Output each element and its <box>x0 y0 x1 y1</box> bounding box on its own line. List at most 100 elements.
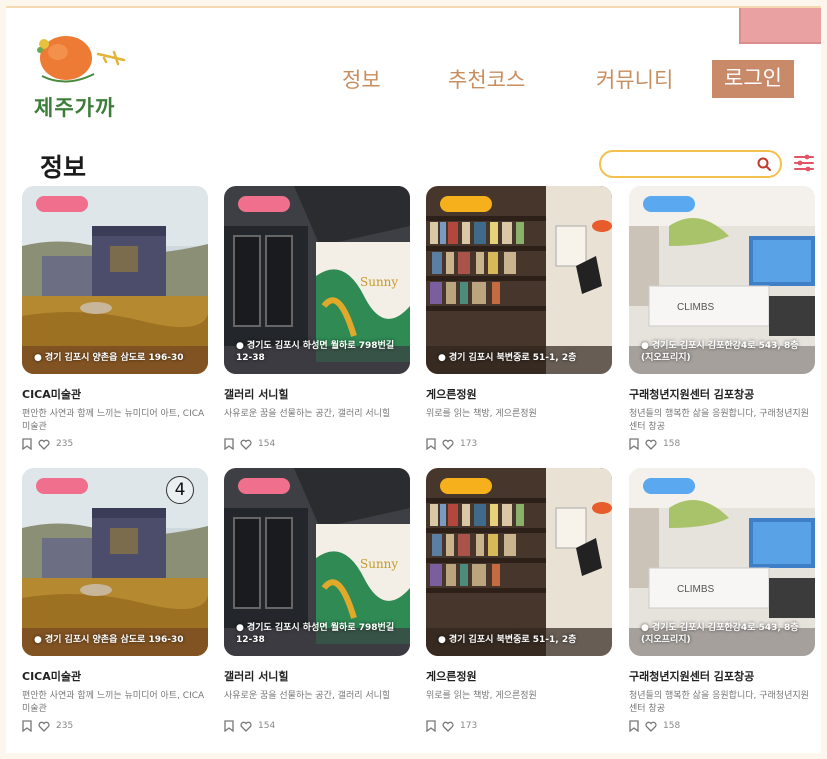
card-title[interactable]: 구래청년지원센터 김포창공 <box>629 668 815 684</box>
card-location: ● 경기 김포시 양촌읍 삼도로 196-30 <box>34 634 200 646</box>
heart-icon[interactable] <box>38 439 50 450</box>
card-title[interactable]: CICA미술관 <box>22 386 208 402</box>
nav-item-info[interactable]: 정보 <box>342 64 381 94</box>
card-description: 청년들의 행복한 삶을 응원합니다, 구래청년지원센터 창공 <box>629 409 809 432</box>
card-meta: 173 <box>426 720 612 732</box>
card-image[interactable]: ● 경기 김포시 북변중로 51-1, 2층 <box>426 468 612 656</box>
place-card[interactable]: 4 ● 경기 김포시 양촌읍 삼도로 196-30 CICA미술관 편안한 사연과… <box>22 468 208 732</box>
like-count: 235 <box>56 721 74 731</box>
location-pin-icon: ● <box>34 635 42 645</box>
place-card[interactable]: ● 경기 김포시 양촌읍 삼도로 196-30 CICA미술관 편안한 사연과 함… <box>22 186 208 450</box>
search-icon[interactable] <box>756 156 772 172</box>
page-title: 정보 <box>40 153 87 182</box>
svg-text:CLIMBS: CLIMBS <box>677 302 715 313</box>
search-box <box>599 150 782 178</box>
bookmark-icon[interactable] <box>629 438 639 450</box>
heart-icon[interactable] <box>240 721 252 732</box>
bookstore-photo <box>426 186 612 374</box>
place-card[interactable]: Sunny ● 경기도 김포시 하성면 월하로 798번길 12-38 갤러리 서… <box>224 186 410 450</box>
card-meta: 154 <box>224 720 410 732</box>
like-count: 158 <box>663 721 681 731</box>
search-input[interactable] <box>611 152 761 176</box>
bookmark-icon[interactable] <box>22 438 32 450</box>
card-image[interactable]: ● 경기 김포시 북변중로 51-1, 2층 <box>426 186 612 374</box>
card-location: ● 경기 김포시 북변중로 51-1, 2층 <box>438 634 604 646</box>
category-tag <box>643 196 695 212</box>
bookmark-icon[interactable] <box>426 438 436 450</box>
top-accent-tab <box>739 8 821 44</box>
location-text: 경기도 김포시 김포한강4로 543, 8층 (지오프리지) <box>641 341 799 363</box>
card-description: 편안한 사연과 함께 느끼는 뉴미디어 아트, CICA미술관 <box>22 691 205 714</box>
location-text: 경기 김포시 양촌읍 삼도로 196-30 <box>44 353 184 363</box>
heart-icon[interactable] <box>240 439 252 450</box>
location-text: 경기도 김포시 하성면 월하로 798번길 12-38 <box>236 341 395 363</box>
card-title[interactable]: 갤러리 서니힐 <box>224 386 410 402</box>
card-location: ● 경기 김포시 양촌읍 삼도로 196-30 <box>34 352 200 364</box>
category-tag <box>238 196 290 212</box>
card-title[interactable]: 게으른정원 <box>426 386 612 402</box>
card-description: 사유로운 꿈을 선물하는 공간, 갤러리 서니힐 <box>224 691 391 701</box>
location-pin-icon: ● <box>34 353 42 363</box>
location-pin-icon: ● <box>438 635 446 645</box>
card-location: ● 경기 김포시 북변중로 51-1, 2층 <box>438 352 604 364</box>
heart-icon[interactable] <box>38 721 50 732</box>
bookmark-icon[interactable] <box>629 720 639 732</box>
filter-list-icon[interactable] <box>793 153 815 173</box>
card-image[interactable]: CLIMBS ● 경기도 김포시 김포한강4로 543, 8층 (지오프리지) <box>629 186 815 374</box>
location-pin-icon: ● <box>641 623 649 633</box>
card-image[interactable]: Sunny ● 경기도 김포시 하성면 월하로 798번길 12-38 <box>224 468 410 656</box>
heart-icon[interactable] <box>645 439 657 450</box>
place-card[interactable]: Sunny ● 경기도 김포시 하성면 월하로 798번길 12-38 갤러리 서… <box>224 468 410 732</box>
heart-icon[interactable] <box>442 439 454 450</box>
card-description: 편안한 사연과 함께 느끼는 뉴미디어 아트, CICA미술관 <box>22 409 205 432</box>
like-count: 173 <box>460 721 478 731</box>
card-image[interactable]: CLIMBS ● 경기도 김포시 김포한강4로 543, 8층 (지오프리지) <box>629 468 815 656</box>
place-card[interactable]: CLIMBS ● 경기도 김포시 김포한강4로 543, 8층 (지오프리지) 구… <box>629 186 815 450</box>
heart-icon[interactable] <box>645 721 657 732</box>
card-meta: 158 <box>629 438 815 450</box>
category-tag <box>238 478 290 494</box>
heart-icon[interactable] <box>442 721 454 732</box>
category-tag <box>36 478 88 494</box>
svg-text:Sunny: Sunny <box>360 275 398 289</box>
location-pin-icon: ● <box>438 353 446 363</box>
category-tag <box>440 478 492 494</box>
card-location: ● 경기도 김포시 김포한강4로 543, 8층 (지오프리지) <box>641 622 807 646</box>
like-count: 154 <box>258 439 276 449</box>
nav-item-courses[interactable]: 추천코스 <box>448 64 525 94</box>
card-image[interactable]: ● 경기 김포시 양촌읍 삼도로 196-30 <box>22 186 208 374</box>
card-title[interactable]: 게으른정원 <box>426 668 612 684</box>
location-text: 경기도 김포시 김포한강4로 543, 8층 (지오프리지) <box>641 623 799 645</box>
card-description: 청년들의 행복한 삶을 응원합니다, 구래청년지원센터 창공 <box>629 691 809 714</box>
like-count: 235 <box>56 439 74 449</box>
location-pin-icon: ● <box>236 623 244 633</box>
card-image[interactable]: 4 ● 경기 김포시 양촌읍 삼도로 196-30 <box>22 468 208 656</box>
card-location: ● 경기도 김포시 김포한강4로 543, 8층 (지오프리지) <box>641 340 807 364</box>
card-title[interactable]: CICA미술관 <box>22 668 208 684</box>
like-count: 154 <box>258 721 276 731</box>
location-pin-icon: ● <box>236 341 244 351</box>
bookmark-icon[interactable] <box>224 438 234 450</box>
bookmark-icon[interactable] <box>22 720 32 732</box>
card-meta: 154 <box>224 438 410 450</box>
card-meta: 158 <box>629 720 815 732</box>
location-text: 경기 김포시 북변중로 51-1, 2층 <box>448 353 577 363</box>
nav-item-community[interactable]: 커뮤니티 <box>596 64 673 94</box>
card-meta: 173 <box>426 438 612 450</box>
bookmark-icon[interactable] <box>224 720 234 732</box>
category-tag <box>643 478 695 494</box>
bookmark-icon[interactable] <box>426 720 436 732</box>
place-card[interactable]: CLIMBS ● 경기도 김포시 김포한강4로 543, 8층 (지오프리지) 구… <box>629 468 815 732</box>
login-button[interactable]: 로그인 <box>712 60 794 98</box>
place-card[interactable]: ● 경기 김포시 북변중로 51-1, 2층 게으른정원 위로를 읽는 책방, 게… <box>426 468 612 732</box>
card-description: 위로를 읽는 책방, 게으른정원 <box>426 409 537 419</box>
card-location: ● 경기도 김포시 하성면 월하로 798번길 12-38 <box>236 340 402 364</box>
museum-photo <box>22 186 208 374</box>
app-frame: 제주가까 정보 추천코스 커뮤니티 로그인 정보 ● 경기 김포시 양촌읍 삼도… <box>6 6 821 753</box>
card-title[interactable]: 갤러리 서니힐 <box>224 668 410 684</box>
bookstore-photo <box>426 468 612 656</box>
place-card[interactable]: ● 경기 김포시 북변중로 51-1, 2층 게으른정원 위로를 읽는 책방, 게… <box>426 186 612 450</box>
card-image[interactable]: Sunny ● 경기도 김포시 하성면 월하로 798번길 12-38 <box>224 186 410 374</box>
card-title[interactable]: 구래청년지원센터 김포창공 <box>629 386 815 402</box>
category-tag <box>440 196 492 212</box>
